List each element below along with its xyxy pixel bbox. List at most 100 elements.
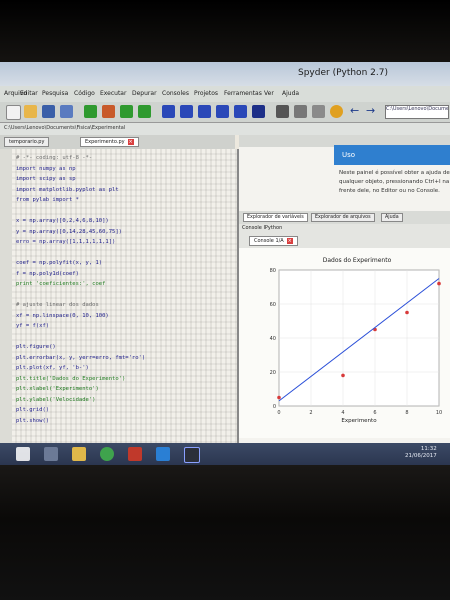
step-icon[interactable] [180, 105, 193, 118]
y-tick-label: 80 [270, 268, 276, 274]
pane-tabs: Explorador de variáveis Explorador de ar… [239, 211, 450, 224]
taskbar: 11:32 21/06/2017 [0, 443, 450, 465]
code-line: x = np.array([0,2,4,6,8,10]) [16, 218, 109, 224]
menu-projetos[interactable]: Projetos [194, 90, 218, 97]
x-tick-label: 8 [405, 410, 408, 416]
python-path-icon[interactable] [330, 105, 343, 118]
save-icon[interactable] [42, 105, 55, 118]
photoshop-icon[interactable] [184, 447, 200, 463]
back-arrow-icon[interactable]: ← [350, 105, 363, 118]
menu-editar[interactable]: Editar [20, 90, 38, 97]
code-line: plt.figure() [16, 344, 56, 350]
code-line: plt.title('Dados do Experimento') [16, 375, 126, 382]
menu-pesquisa[interactable]: Pesquisa [42, 90, 68, 97]
code-line: f = np.poly1d(coef) [16, 270, 79, 277]
code-line: y = np.array([0,14,28,45,60,75]) [16, 228, 122, 235]
menu-bar: Arquivo Editar Pesquisa Código Executar … [0, 86, 450, 102]
step-return-icon[interactable] [216, 105, 229, 118]
run-cell-advance-icon[interactable] [138, 105, 151, 118]
code-line: plt.plot(xf, yf, 'b-') [16, 365, 89, 371]
preferences-icon[interactable] [312, 105, 325, 118]
code-line: coef = np.polyfit(x, y, 1) [16, 260, 103, 266]
continue-icon[interactable] [234, 105, 247, 118]
help-banner: Uso [334, 145, 450, 165]
menu-ver[interactable]: Ver [264, 90, 274, 97]
tab-label: Experimento.py [85, 139, 125, 145]
data-point [437, 281, 441, 286]
screen: Spyder (Python 2.7) Arquivo Editar Pesqu… [0, 62, 450, 465]
close-icon[interactable]: × [127, 139, 134, 145]
x-axis-label: Experimento [341, 418, 377, 424]
file-explorer-icon[interactable] [72, 447, 86, 461]
editor-tab-bar: temporario.py Experimento.py × [0, 135, 235, 149]
code-line: print 'coeficientes:', coef [16, 281, 106, 287]
fullscreen-icon[interactable] [294, 105, 307, 118]
chrome-icon[interactable] [100, 447, 114, 461]
title-bar: Spyder (Python 2.7) [0, 62, 450, 86]
menu-executar[interactable]: Executar [100, 90, 126, 97]
code-line: import numpy as np [16, 165, 76, 172]
menu-ajuda[interactable]: Ajuda [282, 90, 299, 97]
x-tick-label: 2 [309, 410, 312, 416]
file-path: C:\Users\Lenovo\Documents\Fisica\Experim… [4, 125, 126, 131]
code-line: import matplotlib.pyplot as plt [16, 186, 119, 193]
code-line: yf = f(xf) [16, 323, 50, 329]
menu-codigo[interactable]: Código [74, 90, 95, 97]
tab-experimento[interactable]: Experimento.py × [80, 137, 139, 147]
menu-ferramentas[interactable]: Ferramentas [224, 90, 262, 97]
right-panes: Uso Neste painel é possível obter a ajud… [239, 135, 450, 449]
data-point [341, 373, 345, 378]
y-tick-label: 0 [273, 404, 276, 410]
windows-start-icon[interactable] [16, 447, 30, 461]
working-directory-input[interactable]: C:\Users\Lenovo\Documents [385, 105, 449, 119]
code-line: plt.ylabel('Velocidade') [16, 396, 96, 403]
monitor-bezel-top [0, 0, 450, 62]
tab-temporario[interactable]: temporario.py [4, 137, 50, 147]
code-line: from pylab import * [16, 197, 79, 203]
window-title: Spyder (Python 2.7) [298, 68, 388, 78]
run-cell-icon[interactable] [120, 105, 133, 118]
y-tick-label: 40 [270, 336, 276, 342]
inline-plot: Dados do Experimento 0 2 4 6 8 10 0 20 40 60 80 Ex… [239, 248, 450, 438]
run-icon[interactable] [84, 105, 97, 118]
toolbar: ← → C:\Users\Lenovo\Documents [0, 102, 450, 123]
run-config-icon[interactable] [102, 105, 115, 118]
tab-console-1[interactable]: Console 1/A × [249, 236, 298, 246]
system-clock: 11:32 21/06/2017 [405, 446, 437, 460]
clock-date: 21/06/2017 [405, 453, 437, 459]
maximize-pane-icon[interactable] [276, 105, 289, 118]
code-line: # -*- coding: utf-8 -*- [16, 155, 93, 161]
forward-arrow-icon[interactable]: → [366, 105, 379, 118]
stop-icon[interactable] [252, 105, 265, 118]
y-tick-label: 20 [270, 370, 276, 376]
code-line: plt.xlabel('Experimento') [16, 386, 99, 392]
tab-file-explorer[interactable]: Explorador de arquivos [311, 213, 375, 222]
tab-label: temporario.py [9, 139, 45, 145]
code-line: plt.errorbar(x, y, yerr=erro, fmt='ro') [16, 354, 146, 361]
console-title: Console IPython [242, 225, 283, 231]
code-line: xf = np.linspace(0, 10, 100) [16, 312, 109, 319]
tab-variable-explorer[interactable]: Explorador de variáveis [243, 213, 308, 222]
new-file-icon[interactable] [6, 105, 21, 120]
code-line: plt.grid() [16, 407, 50, 413]
console-header: Console IPython Console 1/A × [239, 224, 450, 248]
spyder-taskbar-icon[interactable] [156, 447, 170, 461]
menu-consoles[interactable]: Consoles [162, 90, 189, 97]
debug-icon[interactable] [162, 105, 175, 118]
help-banner-title: Uso [342, 151, 356, 159]
menu-depurar[interactable]: Depurar [132, 90, 157, 97]
monitor-bezel-bottom [0, 465, 450, 600]
data-point [405, 310, 409, 315]
code-editor[interactable]: # -*- coding: utf-8 -*- import numpy as n… [0, 149, 239, 449]
x-tick-label: 4 [341, 410, 344, 416]
chart-title: Dados do Experimento [323, 257, 392, 264]
tab-help[interactable]: Ajuda [381, 213, 403, 222]
step-into-icon[interactable] [198, 105, 211, 118]
code-line: erro = np.array([1,1,1,1,1,1]) [16, 239, 116, 245]
search-icon[interactable] [44, 447, 58, 461]
open-folder-icon[interactable] [24, 105, 37, 118]
app-icon[interactable] [128, 447, 142, 461]
close-icon[interactable]: × [286, 238, 293, 244]
code-line: import scipy as sp [16, 176, 76, 182]
save-all-icon[interactable] [60, 105, 73, 118]
